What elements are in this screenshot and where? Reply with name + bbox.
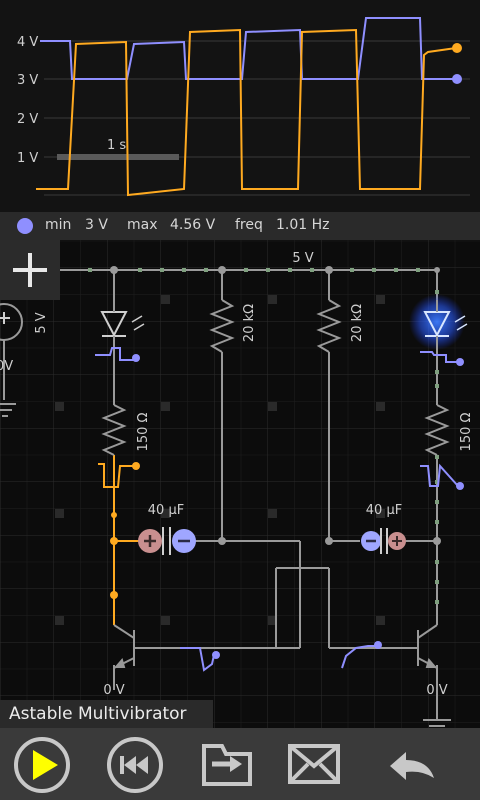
- time-scale-bar: [57, 154, 179, 160]
- voltage-source-partial-label: 0V: [0, 359, 13, 374]
- scope-trace-base: [40, 17, 456, 80]
- ground-left-label: 0 V: [103, 683, 124, 698]
- open-button[interactable]: [192, 728, 288, 800]
- min-value: 3 V: [85, 217, 108, 233]
- bottom-toolbar: [0, 728, 480, 800]
- freq-value: 1.01 Hz: [276, 217, 330, 233]
- circuit-title: Astable Multivibrator: [0, 700, 213, 729]
- reset-button[interactable]: [96, 728, 192, 800]
- play-button[interactable]: [0, 728, 96, 800]
- undo-button[interactable]: [384, 728, 480, 800]
- capacitor-left-value: 40 µF: [148, 503, 184, 518]
- email-button[interactable]: [288, 728, 384, 800]
- min-label: min: [45, 217, 72, 233]
- scope-readout: min 3 V max 4.56 V freq 1.01 Hz: [0, 212, 480, 240]
- scope-y-tick: 3 V: [17, 73, 38, 88]
- max-value: 4.56 V: [170, 217, 216, 233]
- scope-marker-base: [452, 74, 462, 84]
- email-icon: [288, 744, 340, 784]
- scope-y-tick: 1 V: [17, 151, 38, 166]
- capacitor-right-value: 40 µF: [366, 503, 402, 518]
- scope-y-tick: 4 V: [17, 35, 38, 50]
- freq-label: freq: [235, 217, 263, 233]
- max-label: max: [127, 217, 158, 233]
- oscilloscope-panel[interactable]: 4 V 3 V 2 V 1 V 1 s: [0, 0, 480, 212]
- ground-right-label: 0 V: [426, 683, 447, 698]
- scope-plot: 4 V 3 V 2 V 1 V 1 s: [17, 17, 470, 197]
- add-component-button[interactable]: [0, 240, 60, 300]
- resistor-right-value: 150 Ω: [459, 413, 474, 452]
- voltage-source-value: 5 V: [34, 312, 49, 333]
- scope-y-tick: 2 V: [17, 112, 38, 127]
- undo-icon: [390, 752, 434, 780]
- scope-trace-led: [36, 28, 457, 197]
- time-scale-label: 1 s: [107, 138, 126, 153]
- circuit-canvas[interactable]: 150 Ω 20 kΩ 20 kΩ 150 Ω 40 µF 40 µF 0 V …: [0, 240, 480, 728]
- resistor-mid-left-value: 20 kΩ: [242, 304, 257, 342]
- supply-rail-label: 5 V: [292, 251, 313, 266]
- resistor-mid-right-value: 20 kΩ: [350, 304, 365, 342]
- resistor-left-value: 150 Ω: [136, 413, 151, 452]
- readout-color-dot: [17, 218, 33, 234]
- scope-marker-led: [452, 43, 462, 53]
